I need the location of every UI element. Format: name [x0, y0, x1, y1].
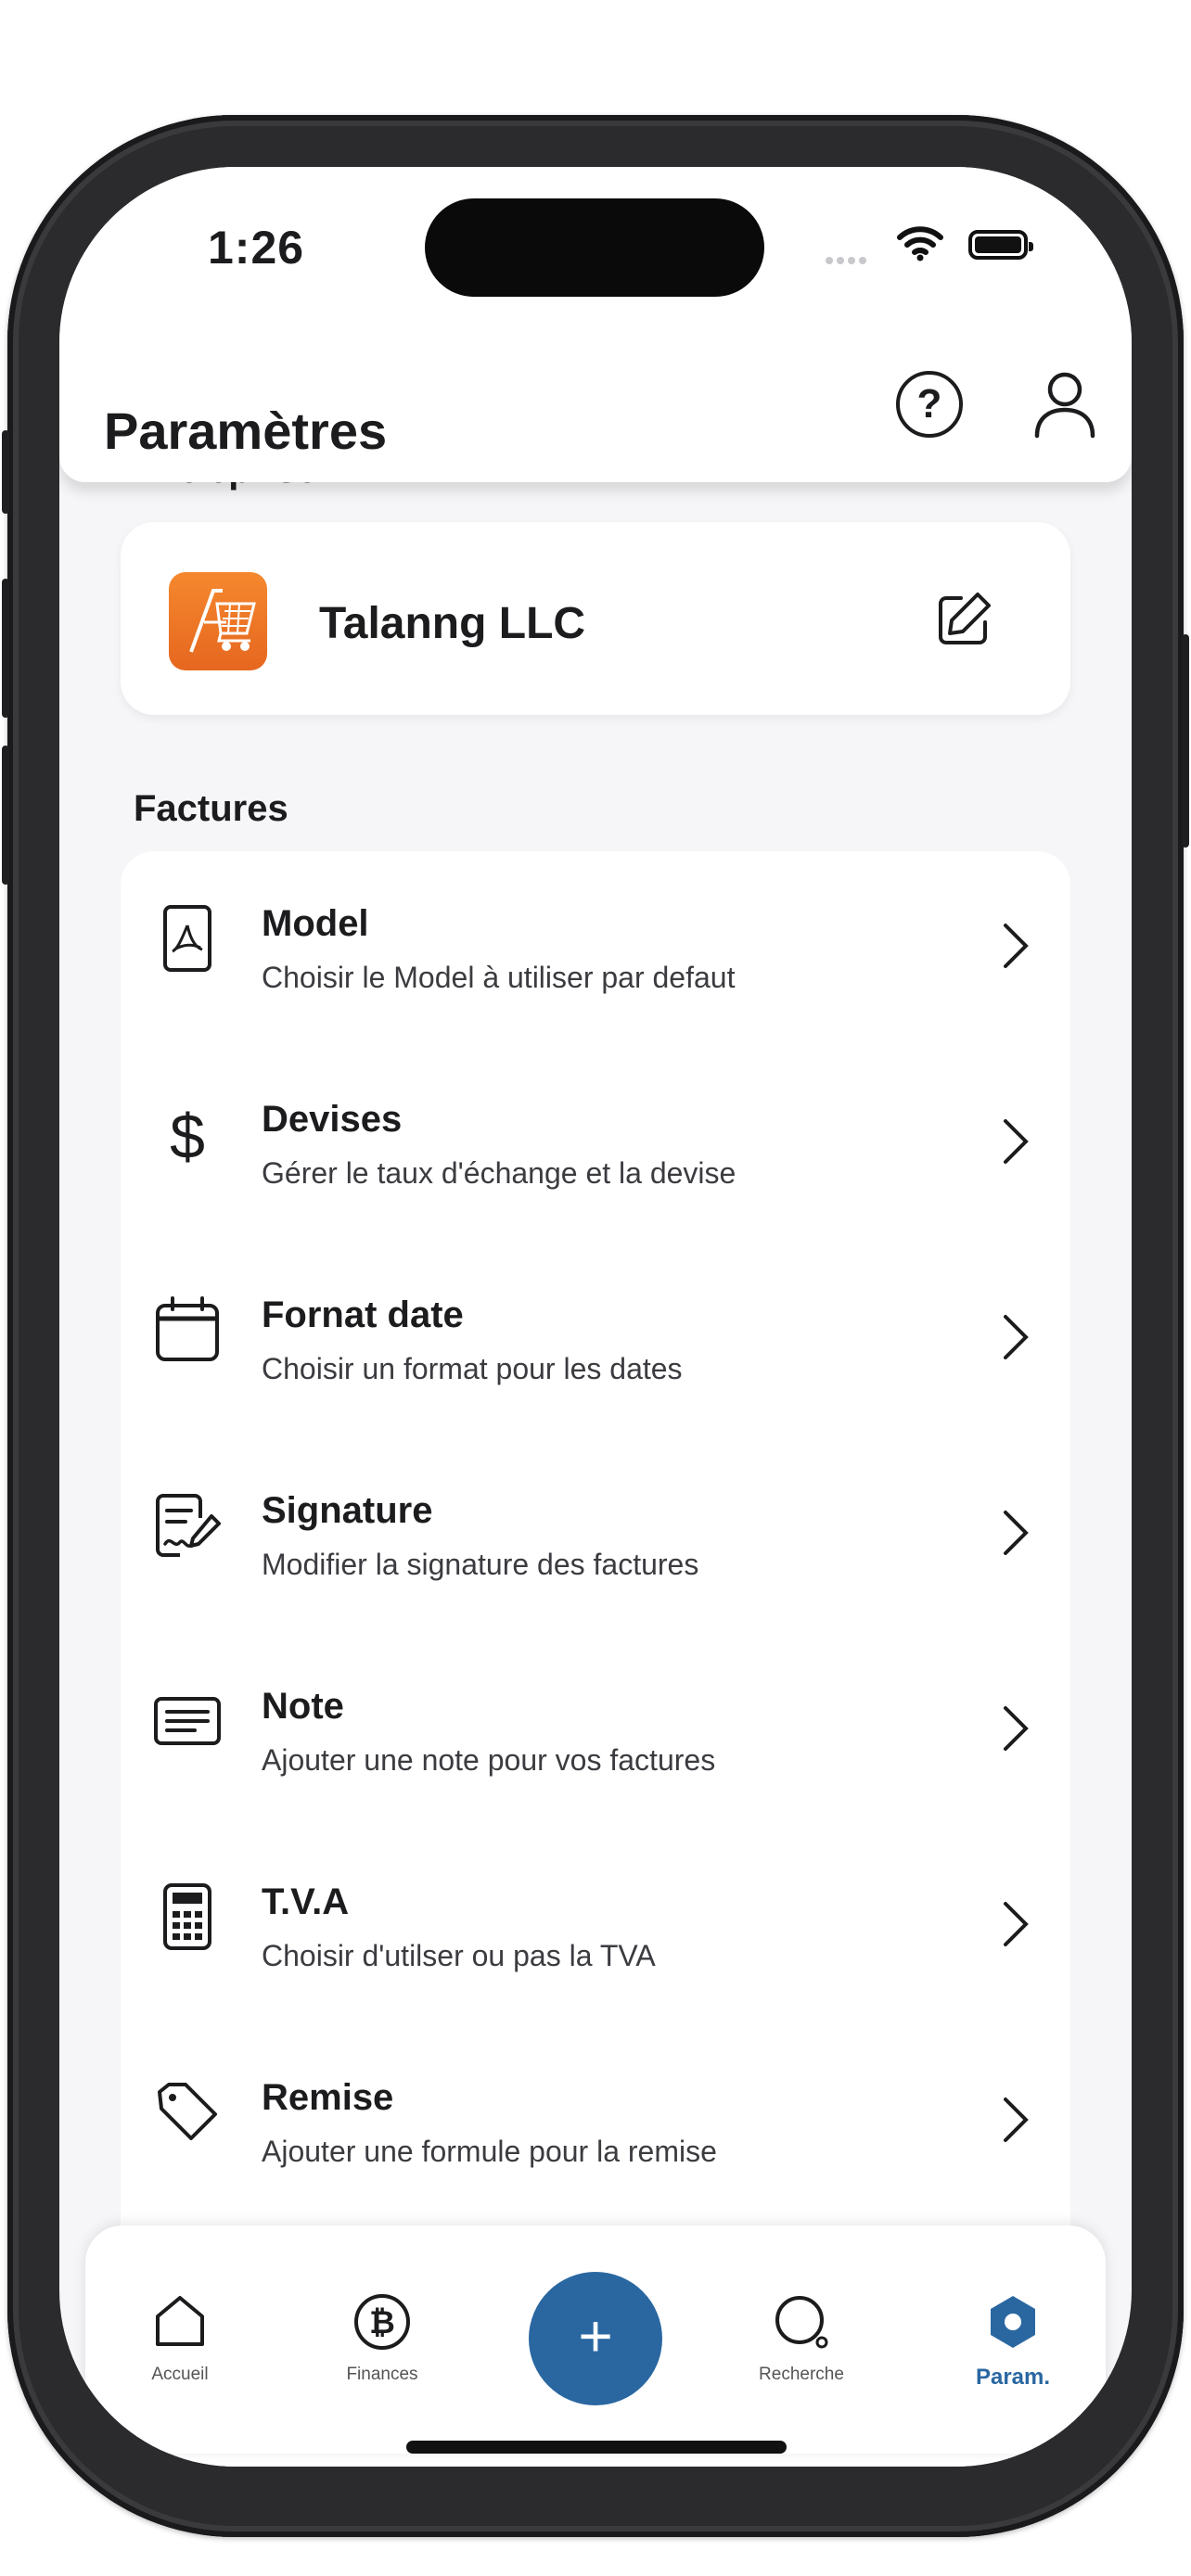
- tab-search[interactable]: Recherche: [727, 2292, 876, 2385]
- list-item-subtitle: Ajouter une note pour vos factures: [262, 1743, 716, 1777]
- tab-label: Finances: [346, 2365, 418, 2384]
- add-button[interactable]: +: [529, 2272, 662, 2405]
- dynamic-island: [425, 198, 764, 297]
- help-button[interactable]: ?: [896, 371, 963, 438]
- tab-label: Recherche: [759, 2365, 844, 2384]
- company-name: Talanng LLC: [319, 599, 586, 648]
- cellular-signal-icon: [826, 252, 870, 269]
- list-item-date-format[interactable]: Fornat date Choisir un format pour les d…: [121, 1243, 1070, 1438]
- wifi-icon: [897, 226, 943, 261]
- list-item-title: T.V.A: [262, 1881, 350, 1922]
- list-item-vat[interactable]: T.V.A Choisir d'utilser ou pas la TVA: [121, 1830, 1070, 2025]
- section-title-invoices: Factures: [134, 788, 288, 829]
- tab-label: Param.: [975, 2365, 1051, 2390]
- tab-finances[interactable]: ₿ Finances: [308, 2292, 456, 2385]
- list-item-subtitle: Choisir le Model à utiliser par defaut: [262, 961, 736, 994]
- settings-hexagon-icon: [991, 2296, 1035, 2348]
- list-item-subtitle: Gérer le taux d'échange et la devise: [262, 1156, 736, 1190]
- signature-icon: [156, 1494, 221, 1557]
- tab-settings[interactable]: Param.: [939, 2292, 1087, 2391]
- invoice-settings-list: Model Choisir le Model à utiliser par de…: [121, 851, 1070, 2467]
- calendar-icon: [156, 1296, 219, 1361]
- page-title: Paramètres: [104, 402, 388, 460]
- status-time: 1:26: [208, 222, 305, 274]
- list-item-signature[interactable]: Signature Modifier la signature des fact…: [121, 1438, 1070, 1634]
- chevron-right-icon: [1004, 2098, 1029, 2142]
- chevron-right-icon: [1004, 1119, 1029, 1164]
- battery-icon: [968, 230, 1033, 260]
- tag-icon: [158, 2083, 217, 2140]
- list-item-discount[interactable]: Remise Ajouter une formule pour la remis…: [121, 2025, 1070, 2221]
- dollar-icon: $: [170, 1102, 205, 1169]
- home-indicator: [406, 2441, 787, 2454]
- app-screen: 1:26 Paramètres ? Entreprise: [59, 167, 1132, 2467]
- tab-label: Accueil: [151, 2365, 209, 2384]
- list-item-subtitle: Choisir un format pour les dates: [262, 1352, 683, 1385]
- chevron-right-icon: [1004, 1315, 1029, 1359]
- list-item-subtitle: Choisir d'utilser ou pas la TVA: [262, 1939, 656, 1972]
- svg-text:₿: ₿: [369, 2305, 395, 2340]
- list-item-model[interactable]: Model Choisir le Model à utiliser par de…: [121, 851, 1070, 1047]
- pdf-file-icon: [163, 905, 211, 972]
- list-item-title: Note: [262, 1686, 344, 1727]
- company-card[interactable]: Talanng LLC: [121, 522, 1070, 715]
- bottom-tab-bar: Accueil ₿ Finances + Recherche Param.: [85, 2225, 1106, 2454]
- list-item-subtitle: Ajouter une formule pour la remise: [262, 2135, 717, 2168]
- list-item-title: Signature: [262, 1490, 433, 1531]
- status-bar: 1:26: [59, 167, 1132, 306]
- list-item-title: Devises: [262, 1099, 403, 1140]
- bitcoin-icon: ₿: [354, 2294, 410, 2350]
- home-icon: [156, 2296, 204, 2346]
- list-item-note[interactable]: Note Ajouter une note pour vos factures: [121, 1634, 1070, 1830]
- svg-text:$: $: [170, 1102, 205, 1169]
- list-item-title: Remise: [262, 2077, 394, 2118]
- tab-home[interactable]: Accueil: [106, 2292, 254, 2385]
- chevron-right-icon: [1004, 1902, 1029, 1946]
- calculator-icon: [163, 1883, 211, 1950]
- search-icon: [775, 2296, 828, 2349]
- chevron-right-icon: [1004, 924, 1029, 968]
- list-item-title: Model: [262, 903, 369, 944]
- chevron-right-icon: [1004, 1706, 1029, 1751]
- list-item-devises[interactable]: $ Devises Gérer le taux d'échange et la …: [121, 1047, 1070, 1243]
- chevron-right-icon: [1004, 1511, 1029, 1555]
- list-item-subtitle: Modifier la signature des factures: [262, 1548, 699, 1581]
- profile-icon[interactable]: [1031, 367, 1098, 441]
- list-item-title: Fornat date: [262, 1294, 464, 1335]
- company-logo: [169, 572, 267, 670]
- note-icon: [154, 1697, 221, 1745]
- edit-icon[interactable]: [931, 587, 996, 652]
